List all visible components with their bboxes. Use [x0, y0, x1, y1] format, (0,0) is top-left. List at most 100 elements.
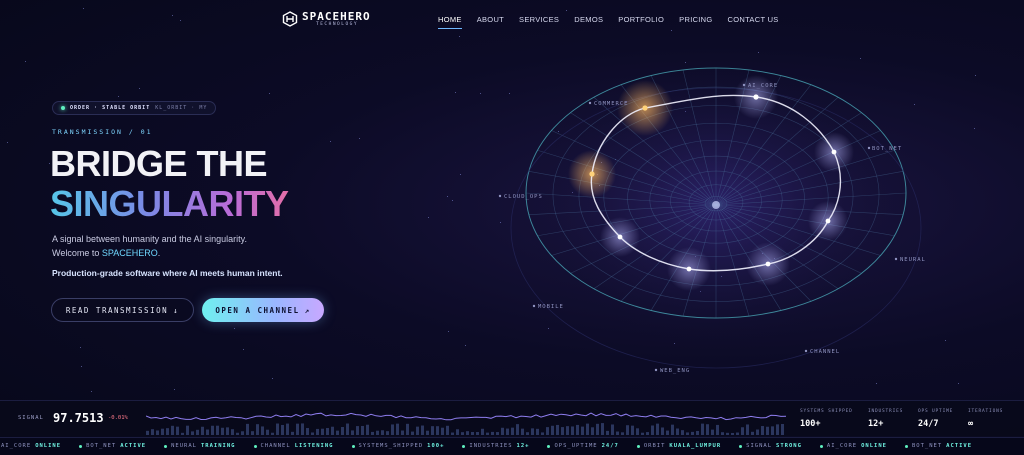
node-channel[interactable] — [765, 261, 771, 267]
stat-label: ITERATIONS — [968, 409, 1004, 414]
spark-bar — [431, 426, 434, 435]
spark-bar — [386, 431, 389, 435]
spark-bar — [566, 426, 569, 435]
spark-bar — [646, 432, 649, 435]
main-menu: HOME ABOUT SERVICES DEMOS PORTFOLIO PRIC… — [438, 15, 779, 29]
star — [80, 347, 82, 349]
star — [452, 200, 454, 202]
star — [447, 331, 449, 333]
node-bot-net[interactable] — [831, 149, 837, 155]
spark-bar — [256, 424, 259, 435]
node-neural[interactable] — [825, 218, 831, 224]
spark-bar — [336, 430, 339, 435]
open-channel-button[interactable]: OPEN A CHANNEL ↗ — [202, 298, 324, 322]
spark-bar — [351, 430, 354, 435]
spark-bar — [151, 429, 154, 435]
spark-bar — [236, 432, 239, 435]
signal-value: 97.7513 — [53, 411, 104, 425]
spark-bar — [711, 429, 714, 435]
spark-bar — [271, 432, 274, 435]
spark-bar — [766, 426, 769, 435]
spark-line — [146, 412, 786, 421]
read-transmission-button[interactable]: READ TRANSMISSION ↓ — [51, 298, 194, 322]
signal-bar: SIGNAL 97.7513 -0.01% SYSTEMS SHIPPED 10… — [0, 400, 1024, 436]
star — [459, 173, 461, 175]
node-ai-core[interactable] — [753, 94, 759, 100]
nav-pricing[interactable]: PRICING — [679, 15, 712, 24]
spark-bar — [741, 427, 744, 435]
spark-bar — [731, 432, 734, 435]
spark-bar — [696, 430, 699, 435]
spark-bar — [326, 428, 329, 435]
spark-bar — [501, 427, 504, 435]
ticker-key: AI_CORE — [1, 443, 32, 449]
stat-value: ∞ — [968, 419, 974, 429]
spark-bar — [556, 424, 559, 435]
spark-bar — [406, 423, 409, 435]
spark-bar — [581, 426, 584, 435]
spark-bar — [436, 426, 439, 435]
spark-bar — [701, 423, 704, 435]
star — [974, 128, 976, 130]
star — [269, 93, 271, 95]
node-cloud-ops[interactable] — [589, 171, 595, 177]
spark-bar — [486, 432, 489, 435]
label-web-eng: WEB_ENG — [660, 368, 690, 374]
nav-demos[interactable]: DEMOS — [574, 15, 603, 24]
nav-services[interactable]: SERVICES — [519, 15, 559, 24]
node-mobile[interactable] — [617, 234, 623, 240]
ticker-item: SIGNAL STRONG — [739, 443, 802, 449]
spark-bar — [421, 425, 424, 435]
web-eng-marker-icon — [654, 368, 658, 372]
spark-bar — [171, 425, 174, 435]
nav-home[interactable]: HOME — [438, 15, 462, 29]
star — [117, 96, 119, 98]
ticker-item: BOT_NET ACTIVE — [904, 443, 972, 449]
stat-ops-uptime: OPS UPTIME 24/7 — [918, 409, 953, 429]
welcome-prefix: Welcome to — [52, 248, 102, 258]
spark-bar — [536, 428, 539, 435]
ticker-item: AI_CORE ONLINE — [0, 443, 61, 449]
spark-bar — [616, 431, 619, 435]
spark-bar — [226, 427, 229, 435]
ticker-item: OPS_UPTIME 24/7 — [547, 443, 618, 449]
spark-bar — [496, 432, 499, 435]
spark-bar — [316, 428, 319, 435]
nav-portfolio[interactable]: PORTFOLIO — [618, 15, 664, 24]
star — [454, 91, 456, 93]
star — [24, 61, 26, 62]
brand-logo[interactable]: SPACEHERO TECHNOLOGY — [282, 11, 371, 28]
ai-core-marker-icon — [742, 83, 746, 87]
label-neural: NEURAL — [900, 257, 926, 263]
label-ai-core: AI_CORE — [748, 83, 778, 89]
stat-industries: INDUSTRIES 12+ — [868, 409, 903, 429]
orbit-state: ORDER · STABLE ORBIT — [70, 105, 151, 111]
spark-bar — [241, 431, 244, 435]
spark-bar — [531, 428, 534, 435]
status-dot-icon — [253, 444, 257, 448]
spark-bar — [476, 431, 479, 435]
status-dot-icon — [819, 444, 823, 448]
spark-bar — [181, 432, 184, 435]
hero-welcome: Welcome to SPACEHERO. — [52, 248, 160, 258]
node-commerce[interactable] — [642, 105, 648, 111]
nav-about[interactable]: ABOUT — [477, 15, 504, 24]
spark-bar — [751, 431, 754, 435]
spark-bar — [391, 424, 394, 435]
spark-bar — [331, 426, 334, 435]
ticker-value: 12+ — [516, 443, 530, 449]
node-web-eng[interactable] — [686, 266, 692, 272]
spark-bar — [611, 424, 614, 435]
spark-bar — [231, 429, 234, 435]
star — [974, 74, 976, 76]
ticker-value: ONLINE — [861, 443, 887, 449]
ticker-key: BOT_NET — [86, 443, 117, 449]
stat-label: OPS UPTIME — [918, 409, 954, 414]
top-nav: SPACEHERO TECHNOLOGY HOME ABOUT SERVICES… — [0, 0, 1024, 40]
stat-label: INDUSTRIES — [868, 409, 904, 414]
read-transmission-label: READ TRANSMISSION — [65, 305, 169, 315]
nav-contact[interactable]: CONTACT US — [728, 15, 779, 24]
spark-bar — [631, 425, 634, 435]
globe-core — [712, 201, 720, 209]
spark-bar — [506, 428, 509, 435]
